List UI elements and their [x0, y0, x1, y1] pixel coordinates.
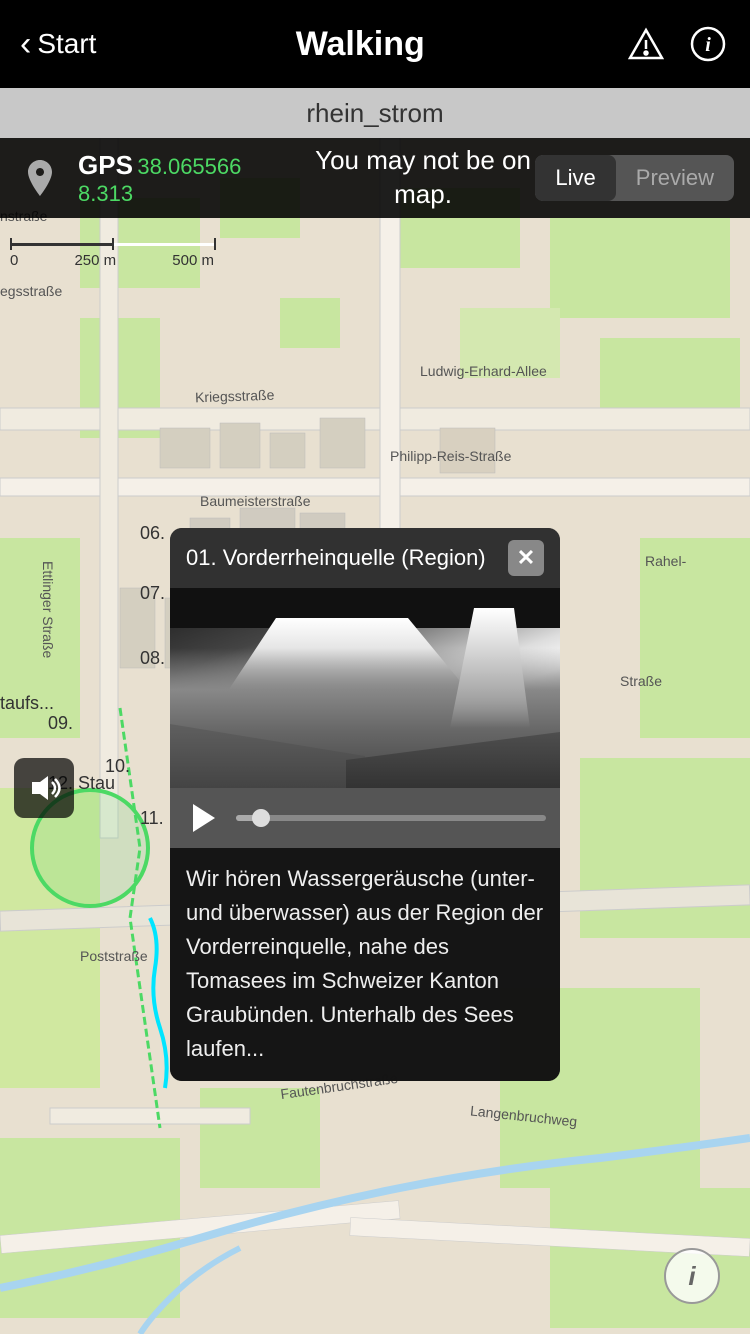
gps-coord-green2: 8.313	[78, 181, 133, 206]
street-label-baumeister: Baumeisterstraße	[200, 493, 310, 509]
scale-label-mid: 250 m	[74, 252, 116, 269]
scale-label-far: 500 m	[172, 252, 214, 269]
street-label-ettlinger: Ettlinger Straße	[40, 561, 56, 658]
back-chevron: ‹	[20, 27, 31, 61]
warning-button[interactable]	[624, 22, 668, 66]
play-button[interactable]	[184, 798, 224, 838]
svg-text:i: i	[705, 34, 711, 56]
nav-icons: i	[624, 22, 730, 66]
street-label-strasse: Straße	[620, 673, 662, 689]
speaker-icon	[26, 770, 62, 806]
live-toggle-button[interactable]: Live	[535, 155, 615, 201]
sub-header-title: rhein_strom	[306, 98, 443, 129]
gps-label: GPS	[78, 150, 133, 180]
progress-dot	[252, 809, 270, 827]
back-button[interactable]: ‹ Start	[20, 27, 96, 61]
waypoint-09: 09.	[48, 713, 73, 734]
popup-header: 01. Vorderrheinquelle (Region) ✕	[170, 528, 560, 588]
waypoint-08: 08.	[140, 648, 165, 669]
back-label: Start	[37, 28, 96, 60]
gps-coord-green: 38.065566	[137, 154, 241, 179]
street-label-rahel: Rahel-	[645, 553, 686, 569]
info-button-bottom[interactable]: i	[664, 1248, 720, 1304]
play-triangle-icon	[193, 804, 215, 832]
map-area[interactable]: 0 250 m 500 m Kriegsstraße Ludwig-Erhard…	[0, 138, 750, 1334]
waypoint-taufs: taufs...	[0, 693, 54, 714]
info-icon-bottom: i	[688, 1261, 695, 1292]
street-label-philipp: Philipp-Reis-Straße	[390, 448, 511, 464]
popup-video[interactable]	[170, 588, 560, 788]
gps-coords: GPS 38.065566 8.313	[70, 150, 311, 207]
gps-icon-container	[10, 148, 70, 208]
popup-player	[170, 788, 560, 848]
popup-close-button[interactable]: ✕	[508, 540, 544, 576]
popup-text-area: Wir hören Wassergeräusche (unter- und üb…	[170, 848, 560, 1081]
nav-bar: ‹ Start Walking i	[0, 0, 750, 88]
scale-label-zero: 0	[10, 252, 18, 269]
waypoint-11: 11.	[140, 808, 164, 829]
gps-warning-text: You may not be on map.	[311, 144, 536, 212]
popup-title: 01. Vorderrheinquelle (Region)	[186, 545, 486, 571]
street-label-post: Poststraße	[80, 948, 148, 964]
street-label-egsstrasse: egsstraße	[0, 283, 62, 299]
preview-toggle-button[interactable]: Preview	[616, 155, 734, 201]
waypoint-07: 07.	[140, 583, 165, 604]
street-label-kriegsstrasse: Kriegsstraße	[195, 387, 275, 406]
street-label-ludwig: Ludwig-Erhard-Allee	[420, 363, 547, 379]
info-button[interactable]: i	[686, 22, 730, 66]
sound-icon[interactable]	[14, 758, 74, 818]
video-thumbnail	[170, 588, 560, 788]
waypoint-06: 06.	[140, 523, 165, 544]
nav-title: Walking	[296, 25, 425, 64]
scale-bar: 0 250 m 500 m	[10, 238, 216, 269]
popup-description: Wir hören Wassergeräusche (unter- und üb…	[186, 862, 544, 1067]
location-icon	[18, 156, 62, 200]
gps-bar: GPS 38.065566 8.313 You may not be on ma…	[0, 138, 750, 218]
progress-bar[interactable]	[236, 815, 546, 821]
live-preview-toggle[interactable]: Live Preview	[535, 155, 734, 201]
sub-header: rhein_strom	[0, 88, 750, 138]
popup-card: 01. Vorderrheinquelle (Region) ✕	[170, 528, 560, 1081]
